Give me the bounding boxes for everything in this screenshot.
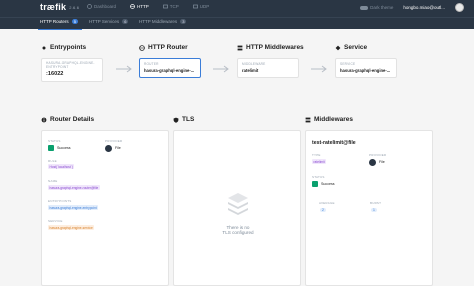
service-title: Service xyxy=(335,44,367,51)
tab-http-routers[interactable]: HTTP Routers 5 xyxy=(40,19,78,24)
dashboard-icon xyxy=(87,4,92,9)
active-tab-indicator xyxy=(38,29,82,30)
user-label[interactable]: hongbo.miao@outl... xyxy=(403,5,445,10)
status-value: Success xyxy=(57,146,71,150)
entrypoint-icon xyxy=(42,46,46,49)
layers-icon xyxy=(305,117,311,122)
middleware-name: test-ratelimit@file xyxy=(312,140,356,146)
file-provider-icon xyxy=(105,145,112,152)
burst-label: BURST xyxy=(370,201,382,205)
middleware-card-label: MIDDLEWARE xyxy=(242,62,266,66)
router-card[interactable]: ROUTER hasura-graphql-engine-... xyxy=(139,58,201,78)
tls-panel: There is no TLS configured xyxy=(173,130,301,286)
avatar[interactable] xyxy=(455,3,464,12)
service-chip[interactable]: hasura-graphql-engine-service xyxy=(48,225,95,230)
nav-http[interactable]: HTTP xyxy=(130,4,149,9)
service-card-label: SERVICE xyxy=(340,62,356,66)
arrow-right-icon xyxy=(311,65,327,73)
provider-label: PROVIDER xyxy=(105,139,123,143)
provider-label: PROVIDER xyxy=(369,153,387,157)
middleware-card-value: ratelimit xyxy=(242,68,259,73)
count-badge: 5 xyxy=(71,19,78,24)
tab-http-middlewares[interactable]: HTTP Middlewares 3 xyxy=(139,19,187,24)
file-provider-icon xyxy=(369,159,376,166)
middlewares-title: Middlewares xyxy=(305,116,353,123)
router-card-label: ROUTER xyxy=(144,62,159,66)
count-badge: 3 xyxy=(180,19,187,24)
rule-chip: Host(`localhost`) xyxy=(48,164,75,169)
service-card-value: hasura-graphql-engine-... xyxy=(340,68,391,73)
service-icon xyxy=(335,45,341,50)
entrypoints-label: ENTRYPOINTS xyxy=(48,199,72,203)
type-label: TYPE xyxy=(312,153,321,157)
name-chip: hasura-graphql-engine-router@file xyxy=(48,185,100,190)
entrypoints-title: Entrypoints xyxy=(41,44,86,51)
nav-udp[interactable]: UDP xyxy=(192,4,209,9)
arrow-right-icon xyxy=(116,65,132,73)
name-label: NAME xyxy=(48,179,58,183)
check-icon xyxy=(312,181,318,187)
entrypoint-card-value: :16022 xyxy=(46,71,64,78)
toggle-switch-icon xyxy=(360,5,369,10)
layers-icon xyxy=(237,45,243,50)
arrow-right-icon xyxy=(213,65,229,73)
top-nav: træfik 2.6.6 Dashboard HTTP TCP UDP Dark … xyxy=(0,0,474,17)
http-router-title: HTTP Router xyxy=(139,44,188,51)
entrypoint-chip[interactable]: hasura-graphql-engine-entrypoint xyxy=(48,205,99,210)
router-details-panel: STATUS Success PROVIDER File RULE Host(`… xyxy=(41,130,169,286)
udp-icon xyxy=(192,4,198,9)
shield-icon xyxy=(173,117,179,123)
status-value: Success xyxy=(321,182,335,186)
status-label: STATUS xyxy=(48,139,61,143)
nav-dashboard[interactable]: Dashboard xyxy=(87,4,116,9)
globe-icon xyxy=(139,44,145,51)
middleware-card[interactable]: MIDDLEWARE ratelimit xyxy=(237,58,299,78)
info-icon xyxy=(41,117,47,122)
globe-icon xyxy=(130,4,135,9)
service-card[interactable]: SERVICE hasura-graphql-engine-... xyxy=(335,58,397,78)
tls-title: TLS xyxy=(173,116,194,123)
main-nav: Dashboard HTTP TCP UDP xyxy=(87,4,209,9)
provider-value: File xyxy=(115,146,121,150)
count-badge: 6 xyxy=(122,19,129,24)
version-label: 2.6.6 xyxy=(69,5,80,11)
entrypoint-card[interactable]: HASURA-GRAPHQL-ENGINE-ENTRYPOINT :16022 xyxy=(41,58,103,82)
tcp-icon xyxy=(162,4,168,9)
tls-empty-message: There is no TLS configured xyxy=(222,225,254,236)
service-label: SERVICE xyxy=(48,219,63,223)
subtabs-bar: HTTP Routers 5 HTTP Services 6 HTTP Midd… xyxy=(0,17,474,30)
status-label: STATUS xyxy=(312,175,325,179)
nav-tcp[interactable]: TCP xyxy=(162,4,179,9)
average-label: AVERAGE xyxy=(319,201,335,205)
type-chip: ratelimit xyxy=(312,159,327,164)
burst-value: 1 xyxy=(371,208,377,212)
empty-layers-icon xyxy=(228,193,248,215)
right-nav: Dark theme hongbo.miao@outl... xyxy=(360,3,464,12)
router-details-title: Router Details xyxy=(41,116,94,123)
entrypoint-card-label: HASURA-GRAPHQL-ENGINE-ENTRYPOINT xyxy=(46,61,95,69)
rule-label: RULE xyxy=(48,159,57,163)
theme-toggle[interactable]: Dark theme xyxy=(360,5,393,10)
middlewares-panel: test-ratelimit@file TYPE ratelimit PROVI… xyxy=(305,130,433,286)
http-middlewares-title: HTTP Middlewares xyxy=(237,44,304,51)
check-icon xyxy=(48,145,54,151)
router-card-value: hasura-graphql-engine-... xyxy=(144,68,195,73)
provider-value: File xyxy=(379,160,385,164)
tab-http-services[interactable]: HTTP Services 6 xyxy=(89,19,129,24)
traefik-logo[interactable]: træfik 2.6.6 xyxy=(40,2,79,12)
average-value: 2 xyxy=(320,208,326,212)
